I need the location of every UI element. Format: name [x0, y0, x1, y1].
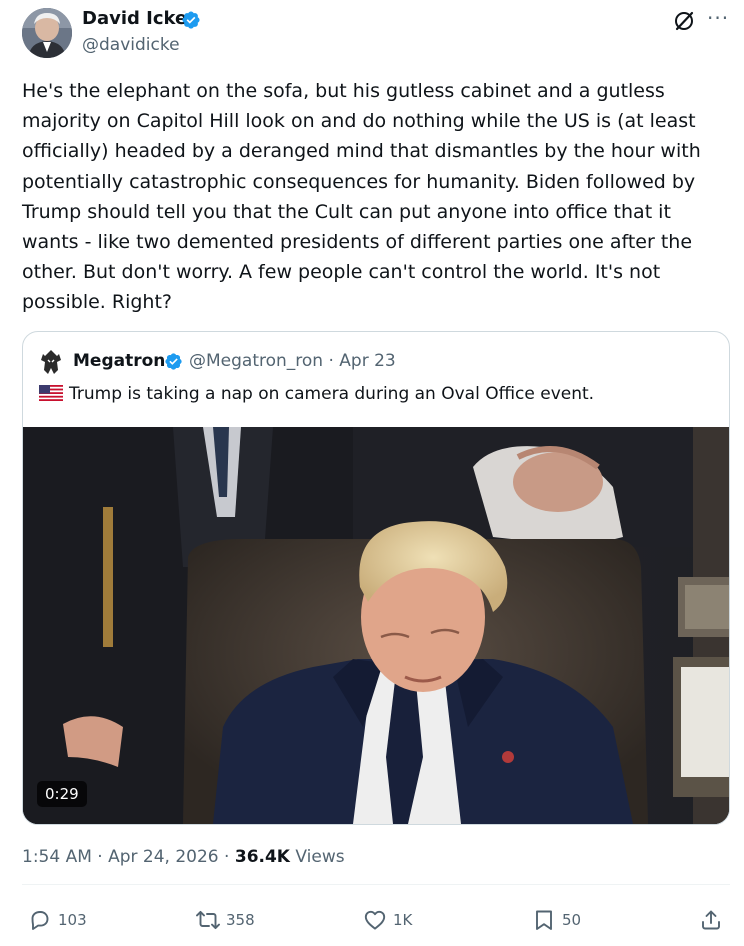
tweet-text-line: He's the elephant on the sofa, but his g… — [22, 80, 665, 102]
reply-button[interactable]: 103 — [28, 907, 87, 933]
grok-icon[interactable] — [672, 9, 696, 33]
top-edge — [0, 0, 744, 4]
quote-handle-date[interactable]: @Megatron_ron · Apr 23 — [189, 349, 396, 373]
tweet-text-line: majority on Capitol Hill look on and do … — [22, 110, 696, 133]
tweet-text-line: wants - like two demented presidents of … — [22, 231, 693, 254]
tweet-date[interactable]: Apr 24, 2026 — [108, 847, 219, 867]
author-handle[interactable]: @davidicke — [82, 34, 180, 56]
us-flag-icon — [39, 385, 63, 401]
tweet-time[interactable]: 1:54 AM — [22, 847, 92, 867]
tweet-text-line: Trump should tell you that the Cult can … — [22, 200, 671, 223]
tweet-text: He's the elephant on the sofa, but his g… — [22, 76, 730, 318]
author-avatar[interactable] — [22, 8, 72, 58]
tweet-text-line: other. But don't worry. A few people can… — [22, 261, 661, 284]
video-thumbnail — [23, 427, 729, 824]
video-player[interactable]: 0:29 — [23, 427, 729, 824]
reply-icon — [31, 911, 49, 930]
author-avatar-image — [22, 8, 72, 58]
views-count: 36.4K — [234, 847, 290, 867]
separator-dot: · — [224, 847, 230, 867]
quote-author-avatar[interactable] — [39, 348, 63, 376]
tweet-text-line: potentially catastrophic consequences fo… — [22, 170, 696, 193]
repost-icon — [196, 910, 220, 930]
share-button[interactable] — [699, 907, 723, 933]
quote-text: Trump is taking a nap on camera during a… — [69, 384, 595, 404]
share-icon — [702, 910, 720, 930]
separator-dot: · — [97, 847, 103, 867]
more-icon[interactable]: ··· — [707, 6, 729, 30]
like-count: 1K — [393, 911, 413, 929]
quote-text-row: Trump is taking a nap on camera during a… — [39, 381, 594, 407]
tweet-text-line: possible. Right? — [22, 291, 172, 314]
like-button[interactable]: 1K — [363, 907, 412, 933]
video-duration: 0:29 — [37, 781, 87, 807]
reply-count: 103 — [58, 911, 87, 929]
author-name[interactable]: David Icke — [82, 7, 187, 31]
verified-badge-icon — [165, 353, 182, 370]
views-label: Views — [295, 847, 345, 867]
repost-count: 358 — [226, 911, 255, 929]
heart-icon — [364, 910, 386, 930]
divider — [22, 884, 730, 885]
bookmark-button[interactable]: 50 — [532, 907, 581, 933]
quoted-tweet-card[interactable]: Megatron @Megatron_ron · Apr 23 Trump is… — [22, 331, 730, 825]
verified-badge-icon — [182, 11, 200, 29]
tweet-text-line: officially) headed by a deranged mind th… — [22, 140, 701, 163]
repost-button[interactable]: 358 — [196, 907, 255, 933]
tweet-timestamp-row: 1:54 AM · Apr 24, 2026 · 36.4K Views — [22, 844, 345, 870]
quote-author-name[interactable]: Megatron — [73, 349, 165, 373]
bookmark-count: 50 — [562, 911, 582, 929]
bookmark-icon — [536, 910, 552, 930]
